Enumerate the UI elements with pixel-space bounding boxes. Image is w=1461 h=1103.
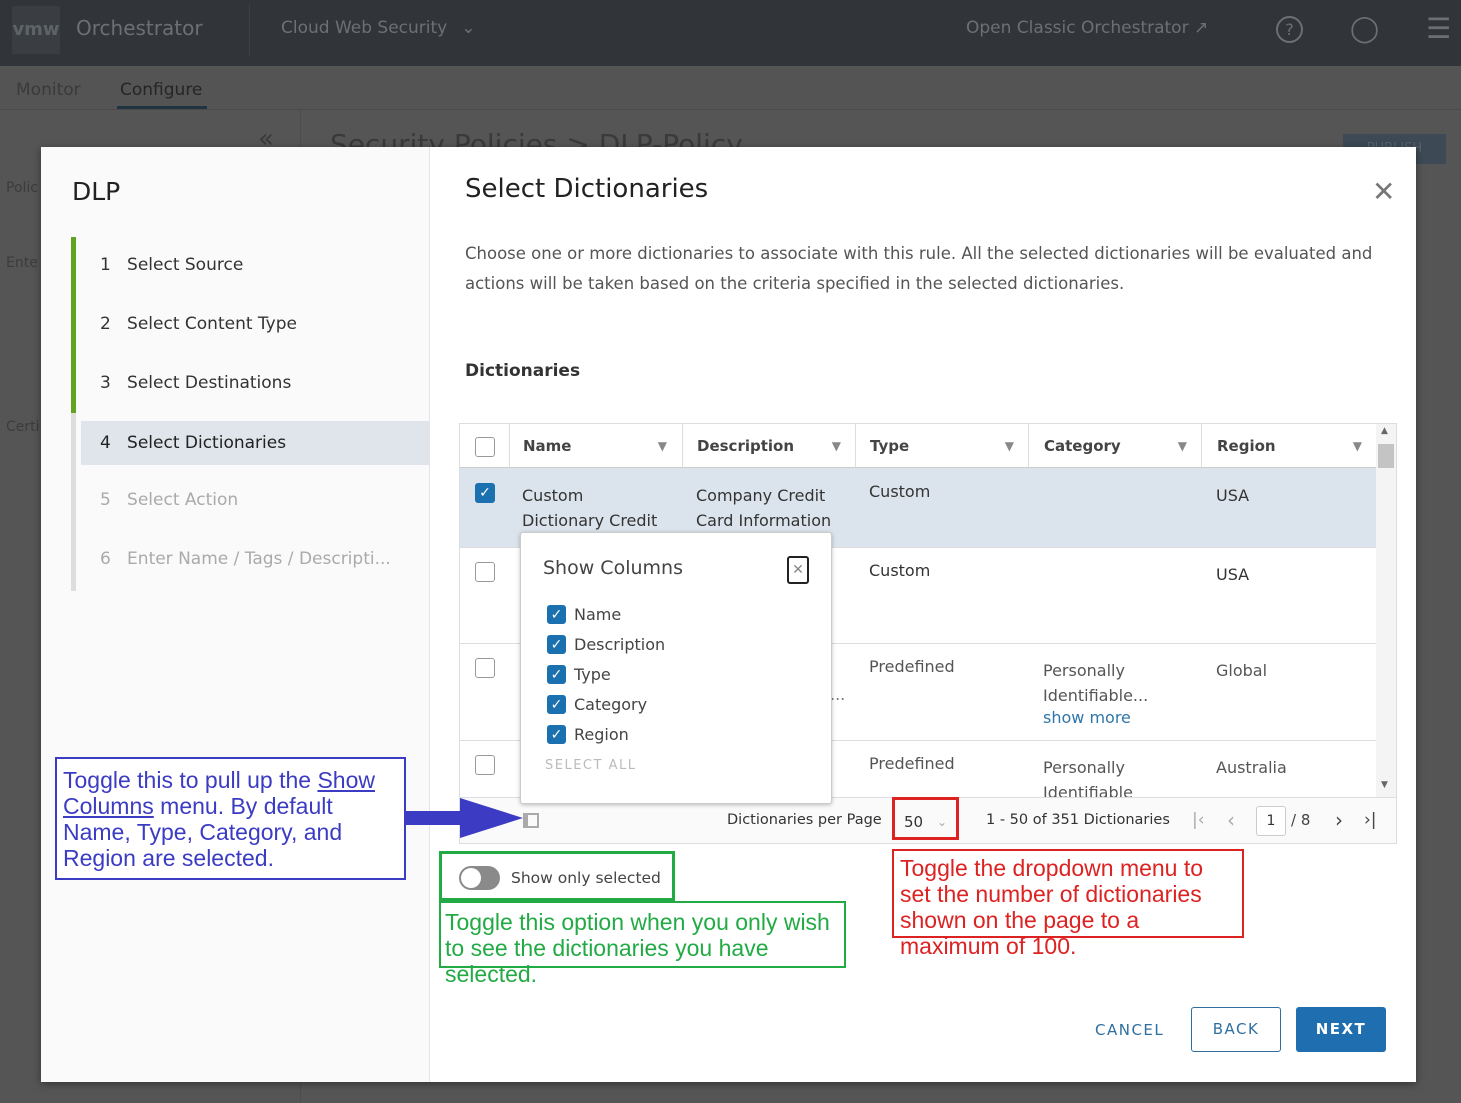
step-select-dictionaries[interactable]: 4 Select Dictionaries <box>81 421 430 465</box>
total-pages: / 8 <box>1291 811 1311 829</box>
cell-description: Company Credit Card Information <box>696 486 832 530</box>
show-columns-popup: Show Columns ✕ ✓ Name ✓ Description ✓ Type … <box>520 532 832 804</box>
scrollbar-thumb[interactable] <box>1378 444 1394 468</box>
menu-icon[interactable]: ☰ <box>1426 12 1451 45</box>
external-link-icon: ↗ <box>1193 18 1209 38</box>
step-select-source[interactable]: 1 Select Source <box>81 243 430 287</box>
show-more-link[interactable]: show more <box>1043 705 1131 730</box>
filter-icon[interactable]: ▼ <box>832 424 841 468</box>
sub-nav: Monitor Configure <box>0 66 1461 110</box>
side-label: Ente <box>6 255 38 271</box>
highlight-per-page <box>892 797 959 840</box>
cell-region: USA <box>1216 486 1250 505</box>
row-checkbox[interactable] <box>475 562 495 582</box>
annotation-arrow <box>405 798 523 838</box>
step-enter-name: 6 Enter Name / Tags / Descripti... <box>100 549 391 569</box>
checkbox[interactable]: ✓ <box>547 695 566 714</box>
column-header-region[interactable]: Region ▼ <box>1201 424 1376 468</box>
filter-icon[interactable]: ▼ <box>1178 424 1187 468</box>
page-title: Select Dictionaries <box>465 174 709 204</box>
step-select-content-type[interactable]: 2 Select Content Type <box>81 302 430 346</box>
checkbox[interactable]: ✓ <box>547 605 566 624</box>
user-icon[interactable]: ◯ <box>1350 14 1379 44</box>
range-label: 1 - 50 of 351 Dictionaries <box>986 812 1170 828</box>
tab-monitor[interactable]: Monitor <box>16 80 81 100</box>
filter-icon[interactable]: ▼ <box>658 424 667 468</box>
row-checkbox[interactable]: ✓ <box>475 483 495 503</box>
column-header-type[interactable]: Type ▼ <box>855 424 1028 468</box>
filter-icon[interactable]: ▼ <box>1005 424 1014 468</box>
app-title: Orchestrator <box>76 16 203 40</box>
row-checkbox[interactable] <box>475 658 495 678</box>
progress-bar <box>71 237 76 413</box>
next-page-icon[interactable]: › <box>1335 808 1343 832</box>
cell-type: Predefined <box>869 754 955 773</box>
vmw-logo: vmw <box>12 6 60 54</box>
annotation-show-columns: Toggle this to pull up the Show Columns m… <box>55 757 406 880</box>
cell-region: USA <box>1216 565 1250 584</box>
top-bar: vmw Orchestrator Cloud Web Security ⌄ Ope… <box>0 0 1461 66</box>
per-page-label: Dictionaries per Page <box>727 812 882 828</box>
last-page-icon[interactable]: ›| <box>1364 810 1377 830</box>
close-icon[interactable]: ✕ <box>1372 175 1395 208</box>
product-selector[interactable]: Cloud Web Security ⌄ <box>281 18 476 38</box>
cell-type: Custom <box>869 482 931 501</box>
cell-name: Custom Dictionary Credit <box>522 486 658 530</box>
first-page-icon[interactable]: |‹ <box>1192 810 1205 830</box>
back-button[interactable]: BACK <box>1191 1007 1281 1052</box>
scrollbar[interactable]: ▲ ▼ <box>1376 424 1396 797</box>
progress-track <box>71 413 76 591</box>
close-icon[interactable]: ✕ <box>787 556 809 584</box>
wizard-steps-pane: DLP 1 Select Source 2 Select Content Typ… <box>41 147 430 1082</box>
popup-title: Show Columns <box>543 557 683 579</box>
checkbox[interactable]: ✓ <box>547 665 566 684</box>
chevron-down-icon: ⌄ <box>461 18 476 38</box>
column-header-description[interactable]: Description ▼ <box>682 424 855 468</box>
column-header-category[interactable]: Category ▼ <box>1028 424 1201 468</box>
checkbox[interactable]: ✓ <box>547 635 566 654</box>
product-label: Cloud Web Security <box>281 18 448 38</box>
wizard-title: DLP <box>72 177 121 206</box>
description: Choose one or more dictionaries to assoc… <box>465 244 1373 293</box>
next-button[interactable]: NEXT <box>1296 1007 1386 1052</box>
active-tab-indicator <box>117 106 207 109</box>
annotation-show-only-selected: Toggle this option when you only wish to… <box>439 901 846 987</box>
cell-region: Global <box>1216 661 1268 680</box>
select-all-checkbox[interactable] <box>475 437 495 457</box>
prev-page-icon[interactable]: ‹ <box>1227 808 1235 832</box>
side-label: Polic <box>6 180 38 196</box>
checkbox[interactable]: ✓ <box>547 725 566 744</box>
cell-type: Custom <box>869 561 931 580</box>
row-checkbox[interactable] <box>475 755 495 775</box>
column-toggle-icon[interactable] <box>523 813 539 828</box>
cell-region: Australia <box>1216 758 1287 777</box>
step-select-destinations[interactable]: 3 Select Destinations <box>81 361 430 405</box>
help-icon[interactable]: ? <box>1276 16 1303 43</box>
divider <box>249 4 250 56</box>
section-title: Dictionaries <box>465 361 581 381</box>
column-header-name[interactable]: Name ▼ <box>509 424 681 468</box>
cell-type: Predefined <box>869 657 955 676</box>
highlight-toggle <box>439 851 675 901</box>
side-label: Certi <box>6 419 40 435</box>
classic-label: Open Classic Orchestrator <box>966 18 1189 38</box>
step-select-action: 5 Select Action <box>100 490 239 510</box>
select-all-button[interactable]: SELECT ALL <box>545 758 636 773</box>
filter-icon[interactable]: ▼ <box>1353 424 1362 468</box>
cell-description: ... <box>830 685 846 704</box>
cancel-button[interactable]: CANCEL <box>1095 1021 1164 1039</box>
page-input[interactable]: 1 <box>1256 806 1286 836</box>
annotation-per-page: Toggle the dropdown menu to set the numb… <box>892 849 1244 959</box>
open-classic-link[interactable]: Open Classic Orchestrator ↗ <box>966 18 1208 38</box>
cell-category: Personally Identifiable... <box>1043 661 1149 705</box>
tab-configure[interactable]: Configure <box>120 80 202 100</box>
